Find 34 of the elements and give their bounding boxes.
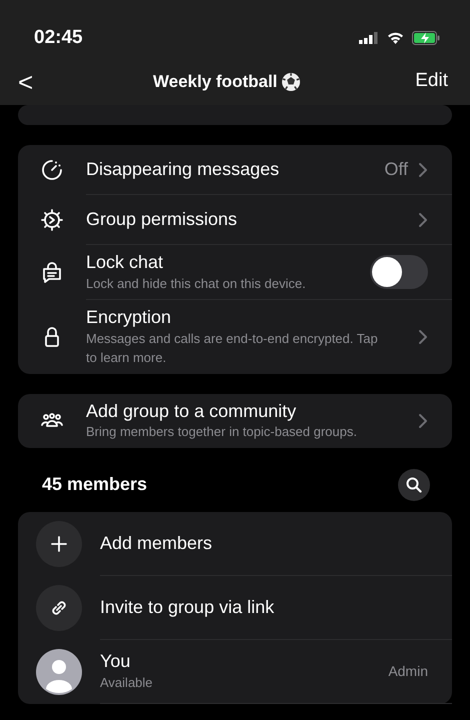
search-button[interactable] xyxy=(398,468,430,500)
setting-label[interactable]: Encryption xyxy=(86,306,418,328)
setting-description: Lock and hide this chat on this device. xyxy=(86,274,307,292)
member-status: Available xyxy=(100,674,153,692)
setting-description: Messages and calls are end-to-end encrypted. Tap to learn more. xyxy=(86,330,379,367)
toggle-switch[interactable] xyxy=(370,255,428,289)
setting-label[interactable]: Lock chat xyxy=(86,251,370,274)
status-time: 02:45 xyxy=(34,26,83,50)
gear-icon xyxy=(40,208,64,232)
signal-icon xyxy=(359,32,379,44)
battery-charging-icon xyxy=(412,31,440,45)
soccer-ball-icon xyxy=(281,72,302,92)
setting-value: Off xyxy=(384,158,408,181)
action-label[interactable]: Invite to group via link xyxy=(100,596,274,618)
setting-label[interactable]: Disappearing messages xyxy=(86,158,384,181)
avatar-icon xyxy=(36,648,82,694)
members-heading: 45 members xyxy=(42,473,148,496)
edit-button[interactable]: Edit xyxy=(415,67,448,96)
chevron-icon xyxy=(418,328,428,345)
chat-title: Weekly football xyxy=(153,70,278,93)
chevron-icon xyxy=(418,212,428,228)
setting-label[interactable]: Add group to a community xyxy=(86,400,418,422)
member-name[interactable]: You xyxy=(100,650,153,672)
search-icon xyxy=(406,476,422,492)
chevron-icon xyxy=(418,162,428,178)
setting-label[interactable]: Group permissions xyxy=(86,208,418,231)
member-role: Admin xyxy=(388,662,428,680)
action-label[interactable]: Add members xyxy=(100,532,212,554)
chevron-icon xyxy=(418,412,428,428)
timer-icon xyxy=(40,158,64,182)
back-button[interactable]: < xyxy=(12,68,40,94)
wifi-icon xyxy=(387,32,404,44)
lock-chat-icon xyxy=(40,260,64,284)
setting-description: Bring members together in topic-based groups. xyxy=(86,423,358,441)
